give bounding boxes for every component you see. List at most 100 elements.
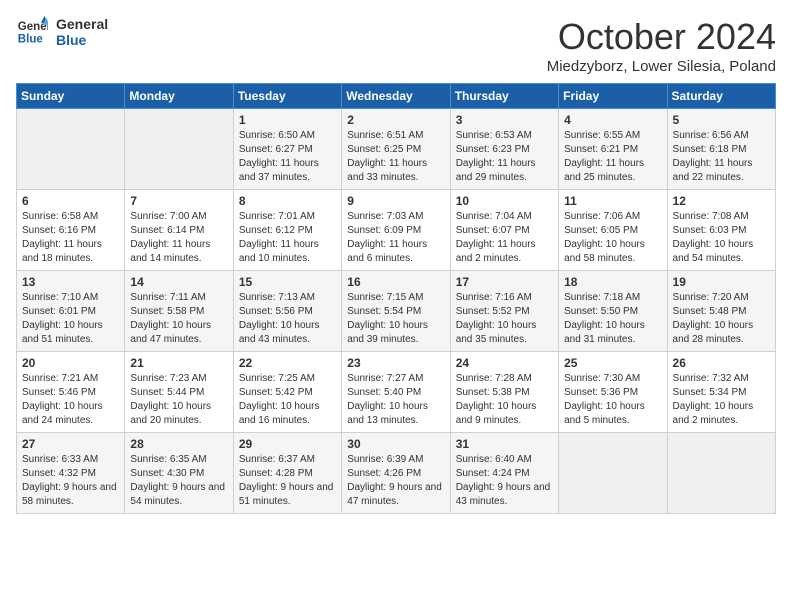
calendar-cell: 15 Sunrise: 7:13 AMSunset: 5:56 PMDaylig… [233, 271, 341, 352]
day-number: 14 [130, 275, 227, 289]
calendar-cell: 13 Sunrise: 7:10 AMSunset: 6:01 PMDaylig… [17, 271, 125, 352]
day-info: Sunrise: 6:55 AMSunset: 6:21 PMDaylight:… [564, 130, 644, 183]
week-row-4: 20 Sunrise: 7:21 AMSunset: 5:46 PMDaylig… [17, 352, 776, 433]
calendar-cell: 29 Sunrise: 6:37 AMSunset: 4:28 PMDaylig… [233, 433, 341, 514]
day-number: 7 [130, 194, 227, 208]
day-info: Sunrise: 7:32 AMSunset: 5:34 PMDaylight:… [673, 373, 754, 426]
day-number: 2 [347, 113, 444, 127]
day-info: Sunrise: 7:23 AMSunset: 5:44 PMDaylight:… [130, 373, 211, 426]
day-header-sunday: Sunday [17, 84, 125, 109]
day-number: 22 [239, 356, 336, 370]
logo: General Blue General Blue [16, 16, 108, 48]
day-number: 30 [347, 437, 444, 451]
calendar-cell: 28 Sunrise: 6:35 AMSunset: 4:30 PMDaylig… [125, 433, 233, 514]
week-row-2: 6 Sunrise: 6:58 AMSunset: 6:16 PMDayligh… [17, 190, 776, 271]
day-number: 10 [456, 194, 553, 208]
day-info: Sunrise: 7:25 AMSunset: 5:42 PMDaylight:… [239, 373, 320, 426]
day-info: Sunrise: 7:28 AMSunset: 5:38 PMDaylight:… [456, 373, 537, 426]
day-info: Sunrise: 6:33 AMSunset: 4:32 PMDaylight:… [22, 454, 117, 507]
calendar-cell [559, 433, 667, 514]
day-info: Sunrise: 6:37 AMSunset: 4:28 PMDaylight:… [239, 454, 334, 507]
day-header-friday: Friday [559, 84, 667, 109]
calendar-cell: 16 Sunrise: 7:15 AMSunset: 5:54 PMDaylig… [342, 271, 450, 352]
calendar-cell [667, 433, 775, 514]
calendar-cell: 9 Sunrise: 7:03 AMSunset: 6:09 PMDayligh… [342, 190, 450, 271]
svg-text:Blue: Blue [18, 34, 44, 46]
calendar-cell: 19 Sunrise: 7:20 AMSunset: 5:48 PMDaylig… [667, 271, 775, 352]
day-number: 16 [347, 275, 444, 289]
day-number: 26 [673, 356, 770, 370]
calendar-cell: 3 Sunrise: 6:53 AMSunset: 6:23 PMDayligh… [450, 109, 558, 190]
title-block: October 2024 Miedzyborz, Lower Silesia, … [547, 16, 776, 75]
day-header-tuesday: Tuesday [233, 84, 341, 109]
calendar-cell: 27 Sunrise: 6:33 AMSunset: 4:32 PMDaylig… [17, 433, 125, 514]
day-number: 25 [564, 356, 661, 370]
day-number: 29 [239, 437, 336, 451]
day-info: Sunrise: 6:53 AMSunset: 6:23 PMDaylight:… [456, 130, 536, 183]
day-number: 23 [347, 356, 444, 370]
day-info: Sunrise: 7:10 AMSunset: 6:01 PMDaylight:… [22, 292, 103, 345]
calendar-cell: 26 Sunrise: 7:32 AMSunset: 5:34 PMDaylig… [667, 352, 775, 433]
calendar-cell: 7 Sunrise: 7:00 AMSunset: 6:14 PMDayligh… [125, 190, 233, 271]
day-number: 21 [130, 356, 227, 370]
calendar-cell: 31 Sunrise: 6:40 AMSunset: 4:24 PMDaylig… [450, 433, 558, 514]
day-header-saturday: Saturday [667, 84, 775, 109]
day-number: 11 [564, 194, 661, 208]
calendar-table: SundayMondayTuesdayWednesdayThursdayFrid… [16, 83, 776, 514]
day-info: Sunrise: 7:15 AMSunset: 5:54 PMDaylight:… [347, 292, 428, 345]
day-number: 20 [22, 356, 119, 370]
calendar-cell: 6 Sunrise: 6:58 AMSunset: 6:16 PMDayligh… [17, 190, 125, 271]
day-number: 15 [239, 275, 336, 289]
calendar-cell: 5 Sunrise: 6:56 AMSunset: 6:18 PMDayligh… [667, 109, 775, 190]
week-row-1: 1 Sunrise: 6:50 AMSunset: 6:27 PMDayligh… [17, 109, 776, 190]
month-title: October 2024 [547, 16, 776, 58]
calendar-cell: 30 Sunrise: 6:39 AMSunset: 4:26 PMDaylig… [342, 433, 450, 514]
header-row: SundayMondayTuesdayWednesdayThursdayFrid… [17, 84, 776, 109]
day-info: Sunrise: 6:35 AMSunset: 4:30 PMDaylight:… [130, 454, 225, 507]
day-info: Sunrise: 6:58 AMSunset: 6:16 PMDaylight:… [22, 211, 102, 264]
calendar-cell: 25 Sunrise: 7:30 AMSunset: 5:36 PMDaylig… [559, 352, 667, 433]
day-info: Sunrise: 7:11 AMSunset: 5:58 PMDaylight:… [130, 292, 211, 345]
logo-icon: General Blue [16, 16, 48, 48]
day-info: Sunrise: 6:40 AMSunset: 4:24 PMDaylight:… [456, 454, 551, 507]
calendar-cell: 21 Sunrise: 7:23 AMSunset: 5:44 PMDaylig… [125, 352, 233, 433]
day-number: 4 [564, 113, 661, 127]
day-info: Sunrise: 6:39 AMSunset: 4:26 PMDaylight:… [347, 454, 442, 507]
day-number: 9 [347, 194, 444, 208]
logo-line1: General [56, 16, 108, 32]
calendar-cell: 20 Sunrise: 7:21 AMSunset: 5:46 PMDaylig… [17, 352, 125, 433]
day-info: Sunrise: 7:13 AMSunset: 5:56 PMDaylight:… [239, 292, 320, 345]
day-number: 8 [239, 194, 336, 208]
day-info: Sunrise: 6:51 AMSunset: 6:25 PMDaylight:… [347, 130, 427, 183]
calendar-cell: 1 Sunrise: 6:50 AMSunset: 6:27 PMDayligh… [233, 109, 341, 190]
day-info: Sunrise: 6:50 AMSunset: 6:27 PMDaylight:… [239, 130, 319, 183]
day-info: Sunrise: 7:18 AMSunset: 5:50 PMDaylight:… [564, 292, 645, 345]
day-info: Sunrise: 7:16 AMSunset: 5:52 PMDaylight:… [456, 292, 537, 345]
day-info: Sunrise: 7:04 AMSunset: 6:07 PMDaylight:… [456, 211, 536, 264]
day-header-wednesday: Wednesday [342, 84, 450, 109]
calendar-cell: 8 Sunrise: 7:01 AMSunset: 6:12 PMDayligh… [233, 190, 341, 271]
day-number: 1 [239, 113, 336, 127]
calendar-cell: 22 Sunrise: 7:25 AMSunset: 5:42 PMDaylig… [233, 352, 341, 433]
day-number: 24 [456, 356, 553, 370]
location: Miedzyborz, Lower Silesia, Poland [547, 58, 776, 75]
day-number: 27 [22, 437, 119, 451]
logo-line2: Blue [56, 32, 108, 48]
day-info: Sunrise: 6:56 AMSunset: 6:18 PMDaylight:… [673, 130, 753, 183]
calendar-cell: 17 Sunrise: 7:16 AMSunset: 5:52 PMDaylig… [450, 271, 558, 352]
day-info: Sunrise: 7:03 AMSunset: 6:09 PMDaylight:… [347, 211, 427, 264]
day-number: 17 [456, 275, 553, 289]
calendar-cell: 23 Sunrise: 7:27 AMSunset: 5:40 PMDaylig… [342, 352, 450, 433]
day-number: 18 [564, 275, 661, 289]
day-number: 5 [673, 113, 770, 127]
calendar-cell: 11 Sunrise: 7:06 AMSunset: 6:05 PMDaylig… [559, 190, 667, 271]
calendar-cell [125, 109, 233, 190]
day-number: 3 [456, 113, 553, 127]
day-number: 19 [673, 275, 770, 289]
calendar-cell: 18 Sunrise: 7:18 AMSunset: 5:50 PMDaylig… [559, 271, 667, 352]
day-info: Sunrise: 7:20 AMSunset: 5:48 PMDaylight:… [673, 292, 754, 345]
calendar-cell [17, 109, 125, 190]
calendar-cell: 4 Sunrise: 6:55 AMSunset: 6:21 PMDayligh… [559, 109, 667, 190]
day-info: Sunrise: 7:00 AMSunset: 6:14 PMDaylight:… [130, 211, 210, 264]
calendar-cell: 24 Sunrise: 7:28 AMSunset: 5:38 PMDaylig… [450, 352, 558, 433]
